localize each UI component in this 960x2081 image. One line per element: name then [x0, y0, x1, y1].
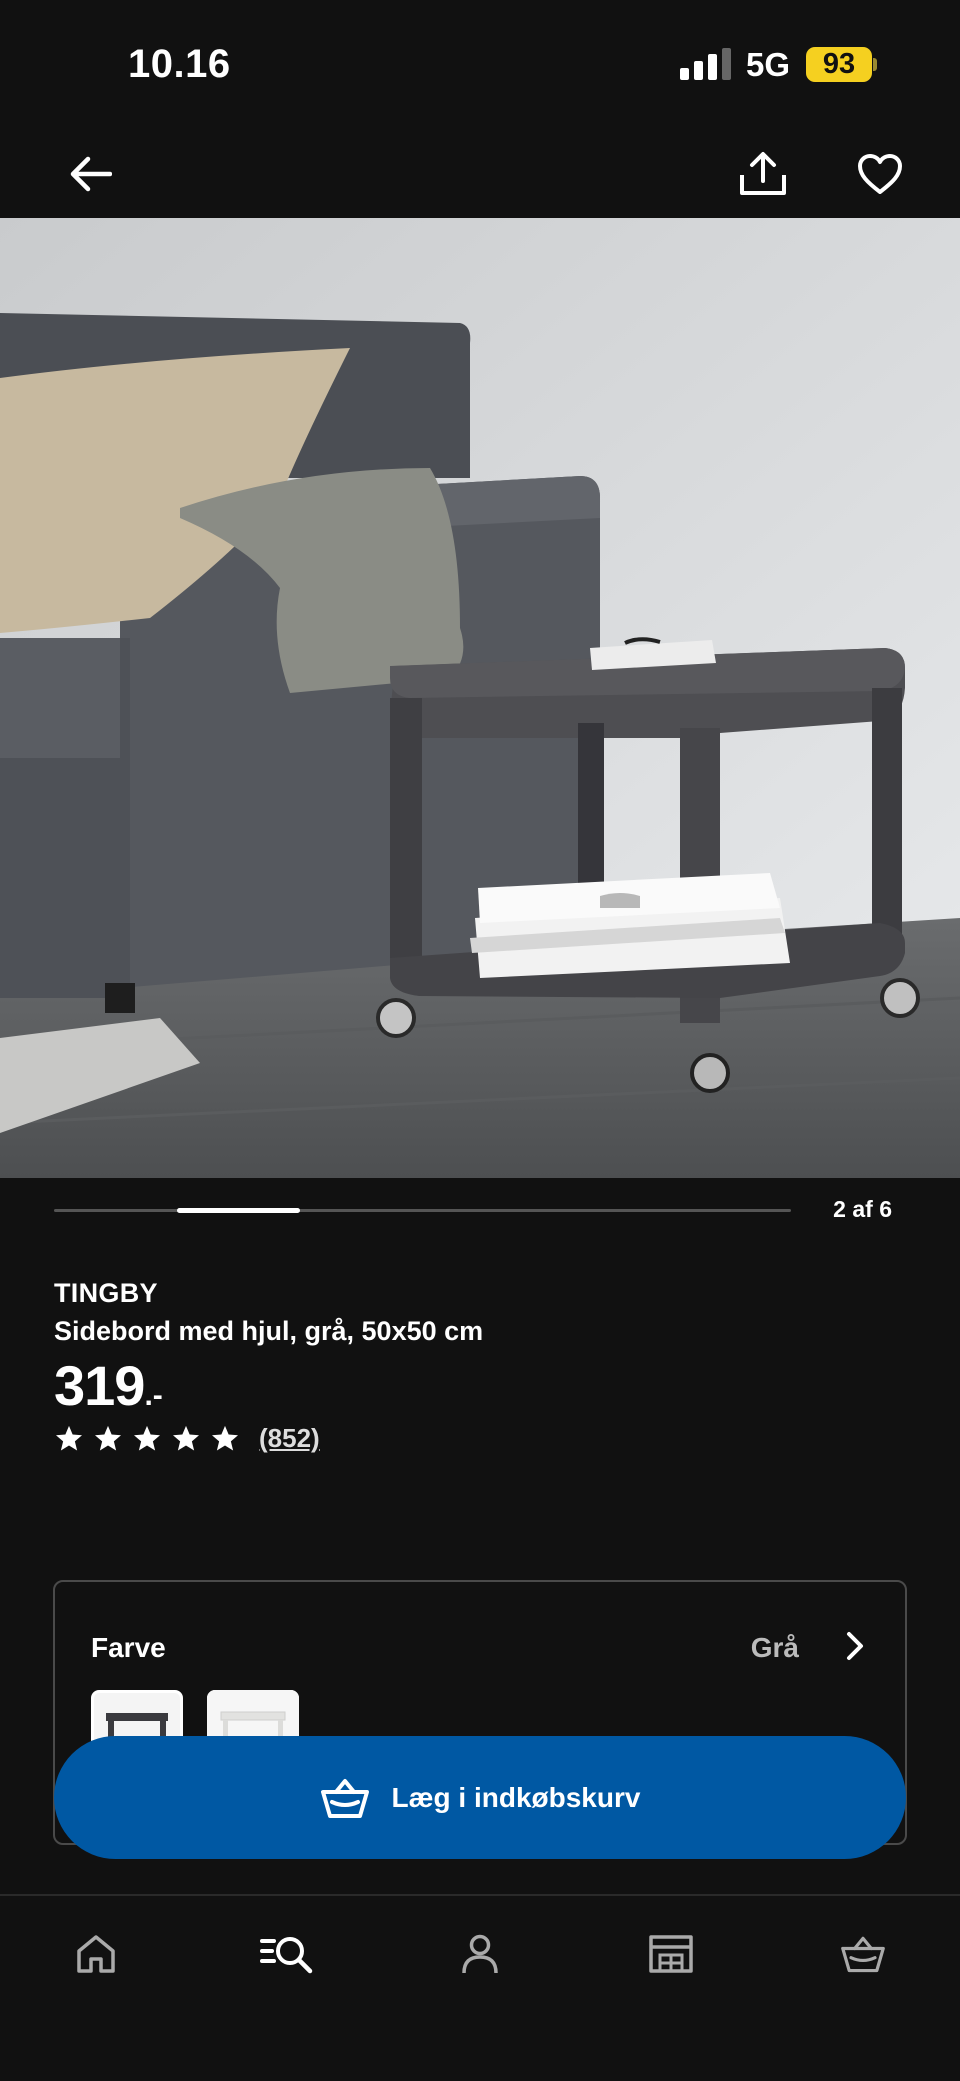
color-chevron-button[interactable]	[835, 1626, 875, 1666]
price-decimal: .-	[144, 1379, 163, 1412]
review-count-link[interactable]: (852)	[259, 1423, 320, 1454]
star-icon	[212, 1425, 238, 1450]
top-navigation	[0, 130, 960, 218]
color-label: Farve	[91, 1632, 166, 1663]
battery-tip	[873, 58, 877, 71]
tab-home[interactable]	[61, 1924, 131, 1984]
heart-icon	[858, 154, 902, 194]
product-image[interactable]	[0, 218, 960, 1178]
back-button[interactable]	[60, 144, 120, 204]
tab-search[interactable]	[252, 1924, 322, 1984]
chevron-right-icon	[847, 1632, 863, 1660]
product-photo	[0, 218, 960, 1178]
product-description: Sidebord med hjul, grå, 50x50 cm	[54, 1316, 484, 1346]
tab-profile[interactable]	[445, 1924, 515, 1984]
basket-icon	[320, 1778, 369, 1818]
status-bar: 10.16 5G 93	[0, 0, 960, 130]
network-type: 5G	[746, 46, 791, 83]
battery-level: 93	[806, 47, 872, 82]
carousel-progress	[54, 1208, 791, 1213]
star-icon	[173, 1425, 199, 1450]
bottom-navigation	[0, 1896, 960, 2081]
search-icon	[260, 1937, 313, 1974]
add-to-cart-label: Læg i indkøbskurv	[391, 1781, 641, 1813]
profile-icon	[462, 1934, 498, 1974]
signal-icon	[680, 48, 731, 80]
store-icon	[649, 1935, 693, 1973]
favorite-button[interactable]	[850, 144, 910, 204]
carousel-progress-indicator	[176, 1208, 300, 1213]
image-counter: 2 af 6	[833, 1196, 892, 1222]
product-price: 319 .-	[54, 1353, 163, 1418]
add-to-cart-button[interactable]: Læg i indkøbskurv	[54, 1736, 906, 1859]
tab-basket[interactable]	[828, 1924, 898, 1984]
product-rating[interactable]: (852)	[54, 1423, 320, 1454]
color-value: Grå	[750, 1632, 799, 1663]
home-icon	[77, 1935, 115, 1973]
basket-icon	[841, 1936, 885, 1973]
back-arrow-icon	[70, 156, 112, 192]
product-name: TINGBY	[54, 1278, 158, 1308]
status-time: 10.16	[128, 42, 231, 86]
share-button[interactable]	[733, 144, 793, 204]
star-icon	[56, 1425, 82, 1450]
share-icon	[740, 152, 786, 195]
star-icon	[95, 1425, 121, 1450]
tab-store[interactable]	[636, 1924, 706, 1984]
price-integer: 319	[54, 1354, 145, 1417]
star-icon	[134, 1425, 160, 1450]
